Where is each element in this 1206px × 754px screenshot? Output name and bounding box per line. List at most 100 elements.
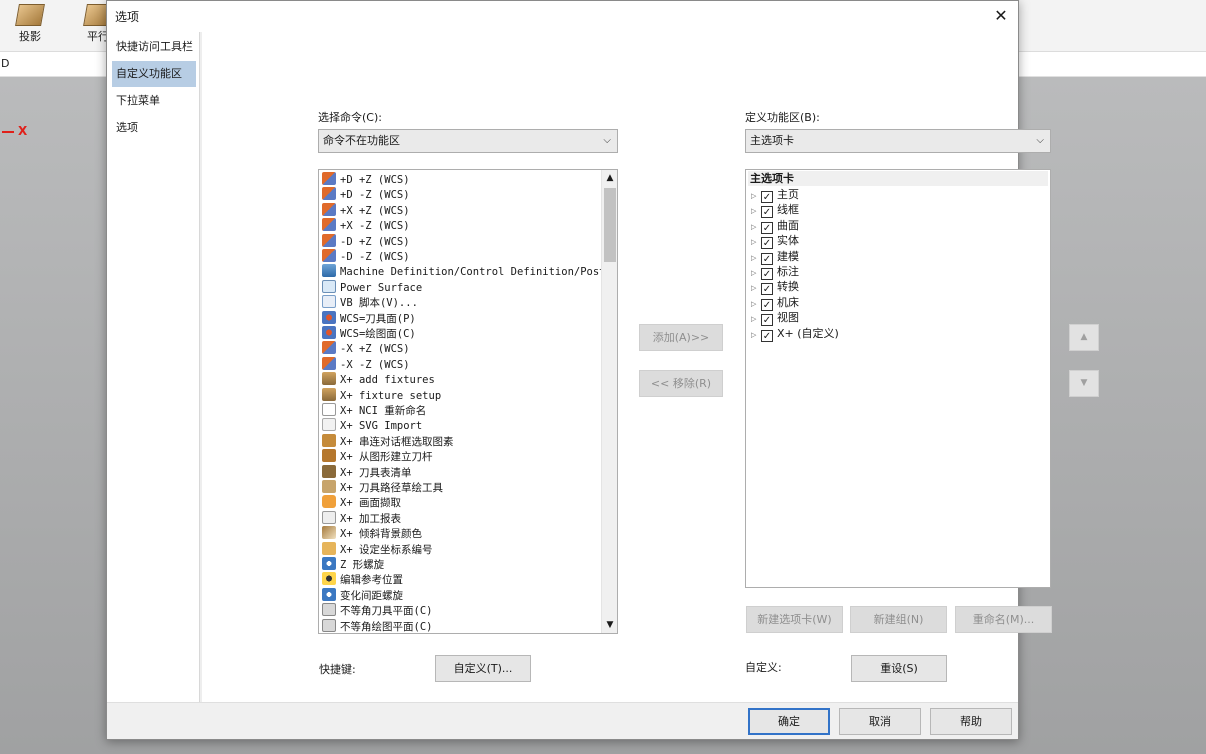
- command-list-item[interactable]: X+ 刀具表清单: [322, 464, 604, 480]
- tree-root-main-tabs[interactable]: 主选项卡: [748, 171, 1048, 186]
- scroll-up-icon[interactable]: ▲: [602, 170, 617, 186]
- command-list-item[interactable]: -X +Z (WCS): [322, 341, 604, 356]
- command-list-item[interactable]: -D -Z (WCS): [322, 249, 604, 264]
- add-button[interactable]: 添加(A)>>: [639, 324, 723, 351]
- command-list-item[interactable]: -D +Z (WCS): [322, 233, 604, 249]
- command-label: WCS=刀具面(P): [340, 312, 416, 325]
- axis-icon: [322, 187, 336, 201]
- ribbon-button-projection[interactable]: 投影: [0, 0, 60, 52]
- cancel-button[interactable]: 取消: [839, 708, 921, 735]
- command-list-item[interactable]: 不等角刀具平面(C): [322, 603, 604, 618]
- power-surface-icon: [322, 279, 336, 293]
- move-up-button[interactable]: ▲: [1069, 324, 1099, 351]
- command-list-item[interactable]: +X -Z (WCS): [322, 218, 604, 233]
- ok-button[interactable]: 确定: [748, 708, 830, 735]
- command-list-item[interactable]: Machine Definition/Control Definition/Po…: [322, 264, 617, 279]
- nav-item-dropdown-menu[interactable]: 下拉菜单: [112, 88, 196, 114]
- command-list-item[interactable]: X+ 画面撷取: [322, 495, 604, 510]
- tab-checkbox[interactable]: ✓: [761, 314, 773, 327]
- ribbon-tab-item[interactable]: ▷ ✓ 曲面: [751, 218, 799, 234]
- command-list-item[interactable]: X+ 加工报表: [322, 510, 604, 526]
- commands-list[interactable]: +D +Z (WCS) +D -Z (WCS) +X +Z (WCS) +X -Z (…: [318, 169, 618, 634]
- tab-checkbox[interactable]: ✓: [761, 206, 773, 219]
- expand-arrow-icon[interactable]: ▷: [751, 328, 761, 343]
- close-button[interactable]: ✕: [988, 3, 1014, 29]
- rename-button[interactable]: 重命名(M)...: [955, 606, 1052, 633]
- spiral-icon: [322, 557, 336, 570]
- command-label: X+ 从图形建立刀杆: [340, 451, 433, 464]
- command-list-item[interactable]: -X -Z (WCS): [322, 356, 604, 372]
- nav-item-options[interactable]: 选项: [112, 115, 196, 141]
- command-list-item[interactable]: WCS=绘图面(C): [322, 326, 604, 341]
- tab-label: 线框: [777, 203, 799, 217]
- scroll-down-icon[interactable]: ▼: [602, 617, 617, 633]
- tab-checkbox[interactable]: ✓: [761, 191, 773, 203]
- ribbon-tab-item[interactable]: ▷ ✓ 视图: [751, 310, 799, 327]
- customize-shortcut-button[interactable]: 自定义(T)...: [435, 655, 531, 682]
- arrow-down-icon: ▼: [1080, 378, 1088, 388]
- command-list-item[interactable]: Power Surface: [322, 279, 604, 295]
- tab-checkbox[interactable]: ✓: [761, 283, 773, 296]
- command-list-item[interactable]: X+ 从图形建立刀杆: [322, 449, 604, 464]
- command-list-item[interactable]: WCS=刀具面(P): [322, 310, 604, 326]
- command-list-item[interactable]: X+ 串连对话框选取图素: [322, 433, 604, 449]
- tab-checkbox[interactable]: ✓: [761, 221, 773, 234]
- define-ribbon-combo[interactable]: 主选项卡 ⌵: [745, 129, 1051, 153]
- toolbar-text: D: [1, 57, 10, 70]
- ribbon-tab-item[interactable]: ▷ ✓ 标注: [751, 264, 799, 280]
- tab-checkbox[interactable]: ✓: [761, 298, 773, 311]
- command-list-item[interactable]: X+ NCI 重新命名: [322, 403, 604, 418]
- remove-button[interactable]: << 移除(R): [639, 370, 723, 397]
- command-list-item[interactable]: VB 脚本(V)...: [322, 295, 604, 310]
- command-list-item[interactable]: +D -Z (WCS): [322, 187, 604, 202]
- command-list-item[interactable]: X+ fixture setup: [322, 387, 604, 403]
- gradient-icon: [322, 526, 336, 540]
- tab-label: 机床: [777, 295, 799, 309]
- tab-checkbox[interactable]: ✓: [761, 329, 773, 342]
- reset-button[interactable]: 重设(S): [851, 655, 947, 682]
- move-down-button[interactable]: ▼: [1069, 370, 1099, 397]
- command-label: Power Surface: [340, 281, 423, 294]
- command-list-item[interactable]: X+ SVG Import: [322, 418, 604, 433]
- command-list-item[interactable]: X+ 刀具路径草绘工具: [322, 480, 604, 495]
- new-tab-button[interactable]: 新建选项卡(W): [746, 606, 843, 633]
- tab-checkbox[interactable]: ✓: [761, 268, 773, 280]
- tab-checkbox[interactable]: ✓: [761, 252, 773, 265]
- axis-icon: [322, 249, 336, 262]
- command-list-item[interactable]: 编辑参考位置: [322, 572, 604, 587]
- projection-icon: [15, 4, 45, 26]
- combo-value: 命令不在功能区: [323, 134, 400, 147]
- ribbon-tab-item[interactable]: ▷ ✓ 实体: [751, 233, 799, 250]
- commands-scrollbar[interactable]: ▲ ▼: [601, 170, 617, 633]
- command-label: Machine Definition/Control Definition/Po…: [340, 266, 618, 279]
- ribbon-tab-item[interactable]: ▷ ✓ 线框: [751, 202, 799, 219]
- command-list-item[interactable]: Z 形螺旋: [322, 557, 604, 572]
- command-label: -X +Z (WCS): [340, 343, 410, 356]
- command-list-item[interactable]: 变化间距螺旋: [322, 587, 604, 603]
- help-button[interactable]: 帮助: [930, 708, 1012, 735]
- machine-definition-icon: [322, 264, 336, 278]
- command-list-item[interactable]: +D +Z (WCS): [322, 172, 604, 187]
- ribbon-tree[interactable]: 主选项卡 ▷ ✓ 主页 ▷ ✓ 线框 ▷ ✓ 曲面 ▷ ✓ 实体 ▷ ✓ 建模 ▷ ✓ 标注 ▷ ✓ 转换 ▷ ✓ 机床 ▷ ✓ 视…: [745, 169, 1051, 588]
- tab-label: 视图: [777, 311, 799, 325]
- customize-ribbon-panel: 选择命令(C): 命令不在功能区 ⌵ +D +Z (WCS) +D -Z (WCS…: [203, 32, 1099, 702]
- command-list-item[interactable]: X+ 设定坐标系编号: [322, 541, 604, 557]
- tab-checkbox[interactable]: ✓: [761, 237, 773, 250]
- nav-item-quick-access-toolbar[interactable]: 快捷访问工具栏: [112, 34, 196, 60]
- ribbon-tab-item[interactable]: ▷ ✓ X+ (自定义): [751, 326, 839, 343]
- scrollbar-thumb[interactable]: [604, 188, 616, 262]
- axis-x-indicator: X: [2, 124, 27, 138]
- command-list-item[interactable]: 不等角绘图平面(C): [322, 618, 604, 633]
- ribbon-tab-item[interactable]: ▷ ✓ 机床: [751, 295, 799, 311]
- nav-item-customize-ribbon[interactable]: 自定义功能区: [112, 61, 196, 87]
- dialog-titlebar[interactable]: 选项 ✕: [107, 1, 1018, 31]
- command-list-item[interactable]: X+ 倾斜背景颜色: [322, 526, 604, 541]
- ribbon-tab-item[interactable]: ▷ ✓ 转换: [751, 279, 799, 296]
- new-group-button[interactable]: 新建组(N): [850, 606, 947, 633]
- ribbon-tab-item[interactable]: ▷ ✓ 主页: [751, 187, 799, 203]
- command-list-item[interactable]: X+ add fixtures: [322, 372, 604, 387]
- choose-commands-combo[interactable]: 命令不在功能区 ⌵: [318, 129, 618, 153]
- command-list-item[interactable]: +X +Z (WCS): [322, 202, 604, 218]
- chevron-down-icon: ⌵: [1036, 135, 1044, 146]
- ribbon-tab-item[interactable]: ▷ ✓ 建模: [751, 249, 799, 265]
